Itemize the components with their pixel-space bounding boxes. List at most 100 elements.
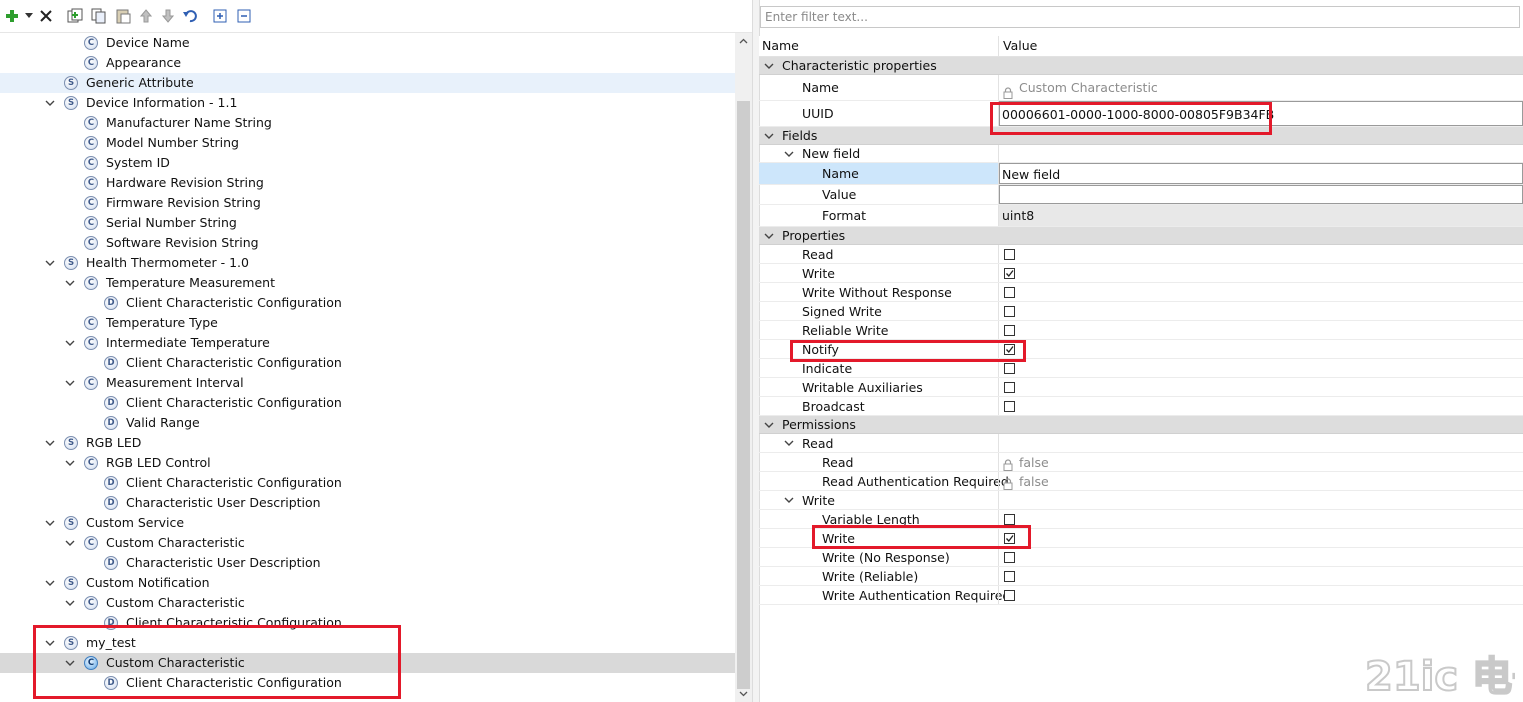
- chevron-down-icon[interactable]: [44, 573, 56, 593]
- tree-item[interactable]: C Hardware Revision String: [0, 173, 735, 193]
- tree-item[interactable]: C Custom Characteristic: [0, 653, 735, 673]
- tree-item[interactable]: C Manufacturer Name String: [0, 113, 735, 133]
- tree-item[interactable]: D Client Characteristic Configuration: [0, 613, 735, 633]
- chevron-down-icon[interactable]: [64, 533, 76, 553]
- property-value-cell[interactable]: false: [998, 472, 1523, 490]
- property-value-cell[interactable]: [998, 145, 1523, 162]
- delete-icon[interactable]: [38, 6, 54, 26]
- property-value-cell[interactable]: [998, 586, 1523, 604]
- tree-item[interactable]: S Health Thermometer - 1.0: [0, 253, 735, 273]
- chevron-down-icon[interactable]: [783, 491, 795, 510]
- chevron-down-icon[interactable]: [44, 633, 56, 653]
- property-value-cell[interactable]: [998, 397, 1523, 415]
- tree-item[interactable]: D Valid Range: [0, 413, 735, 433]
- property-row[interactable]: Reliable Write: [759, 321, 1523, 340]
- property-row[interactable]: Format uint8: [759, 205, 1523, 227]
- property-value-cell[interactable]: [998, 548, 1523, 566]
- property-row[interactable]: Read: [759, 245, 1523, 264]
- property-row[interactable]: Name New field: [759, 163, 1523, 185]
- property-row[interactable]: UUID 00006601-0000-1000-8000-00805F9B34FB: [759, 101, 1523, 127]
- tree-item[interactable]: C Firmware Revision String: [0, 193, 735, 213]
- expand-all-icon[interactable]: [212, 6, 228, 26]
- checkbox-unchecked[interactable]: [1004, 382, 1015, 393]
- tree-item[interactable]: D Client Characteristic Configuration: [0, 353, 735, 373]
- tree-item[interactable]: Smy_test: [0, 633, 735, 653]
- property-row[interactable]: Writable Auxiliaries: [759, 378, 1523, 397]
- name-column-header[interactable]: Name: [762, 36, 799, 56]
- chevron-down-icon[interactable]: [44, 93, 56, 113]
- property-category[interactable]: Permissions: [759, 416, 1523, 434]
- undo-icon[interactable]: [182, 6, 198, 26]
- property-value-cell[interactable]: [998, 283, 1523, 301]
- property-row[interactable]: Signed Write: [759, 302, 1523, 321]
- tree-item[interactable]: S Generic Attribute: [0, 73, 735, 93]
- tree-scrollbar[interactable]: [735, 33, 752, 702]
- checkbox-unchecked[interactable]: [1004, 401, 1015, 412]
- property-row[interactable]: Indicate: [759, 359, 1523, 378]
- scrollbar-thumb[interactable]: [737, 101, 750, 689]
- move-down-icon[interactable]: [160, 6, 176, 26]
- checkbox-unchecked[interactable]: [1004, 325, 1015, 336]
- tree-item[interactable]: C Temperature Measurement: [0, 273, 735, 293]
- property-row[interactable]: Write Authentication Required: [759, 586, 1523, 605]
- checkbox-checked[interactable]: [1004, 268, 1015, 279]
- tree-item[interactable]: D Characteristic User Description: [0, 553, 735, 573]
- chevron-down-icon[interactable]: [763, 416, 775, 434]
- property-category[interactable]: Characteristic properties: [759, 57, 1523, 75]
- tree-item[interactable]: C Appearance: [0, 53, 735, 73]
- duplicate-icon[interactable]: [66, 6, 84, 26]
- checkbox-unchecked[interactable]: [1004, 363, 1015, 374]
- property-value-cell[interactable]: [998, 529, 1523, 547]
- chevron-down-icon[interactable]: [763, 127, 775, 145]
- chevron-down-icon[interactable]: [64, 593, 76, 613]
- property-row[interactable]: Notify: [759, 340, 1523, 359]
- property-subgroup[interactable]: Read: [759, 434, 1523, 453]
- checkbox-unchecked[interactable]: [1004, 306, 1015, 317]
- checkbox-checked[interactable]: [1004, 344, 1015, 355]
- chevron-down-icon[interactable]: [44, 433, 56, 453]
- property-subgroup[interactable]: Write: [759, 491, 1523, 510]
- collapse-all-icon[interactable]: [236, 6, 252, 26]
- move-up-icon[interactable]: [138, 6, 154, 26]
- checkbox-unchecked[interactable]: [1004, 590, 1015, 601]
- tree-item[interactable]: D Client Characteristic Configuration: [0, 673, 735, 693]
- property-row[interactable]: Write: [759, 529, 1523, 548]
- chevron-down-icon[interactable]: [763, 227, 775, 245]
- property-value-cell[interactable]: [998, 302, 1523, 320]
- chevron-down-icon[interactable]: [64, 373, 76, 393]
- filter-input[interactable]: [760, 6, 1520, 28]
- tree-item[interactable]: C Temperature Type: [0, 313, 735, 333]
- property-value-cell[interactable]: Custom Characteristic: [998, 75, 1523, 100]
- property-value-cell[interactable]: 00006601-0000-1000-8000-00805F9B34FB: [998, 101, 1523, 126]
- property-value-cell[interactable]: [998, 340, 1523, 358]
- property-row[interactable]: Read false: [759, 453, 1523, 472]
- dropdown-arrow-icon[interactable]: [24, 6, 34, 26]
- tree-item[interactable]: C Intermediate Temperature: [0, 333, 735, 353]
- checkbox-checked[interactable]: [1004, 533, 1015, 544]
- property-category[interactable]: Properties: [759, 227, 1523, 245]
- property-row[interactable]: Write (No Response): [759, 548, 1523, 567]
- property-subgroup[interactable]: New field: [759, 145, 1523, 163]
- tree-item[interactable]: C Software Revision String: [0, 233, 735, 253]
- scroll-up-icon[interactable]: [739, 37, 748, 46]
- scroll-down-icon[interactable]: [739, 689, 748, 698]
- checkbox-unchecked[interactable]: [1004, 249, 1015, 260]
- tree-item[interactable]: C Measurement Interval: [0, 373, 735, 393]
- property-value-cell[interactable]: [998, 185, 1523, 204]
- property-value-cell[interactable]: false: [998, 453, 1523, 471]
- tree-item[interactable]: C Serial Number String: [0, 213, 735, 233]
- chevron-down-icon[interactable]: [44, 253, 56, 273]
- property-row[interactable]: Write: [759, 264, 1523, 283]
- property-row[interactable]: Broadcast: [759, 397, 1523, 416]
- chevron-down-icon[interactable]: [783, 434, 795, 453]
- property-value-cell[interactable]: [998, 264, 1523, 282]
- property-row[interactable]: Write Without Response: [759, 283, 1523, 302]
- property-value-cell[interactable]: New field: [998, 163, 1523, 184]
- checkbox-unchecked[interactable]: [1004, 552, 1015, 563]
- chevron-down-icon[interactable]: [44, 513, 56, 533]
- tree-item[interactable]: S RGB LED: [0, 433, 735, 453]
- paste-icon[interactable]: [114, 6, 132, 26]
- property-row[interactable]: Name Custom Characteristic: [759, 75, 1523, 101]
- property-value-cell[interactable]: [998, 378, 1523, 396]
- checkbox-unchecked[interactable]: [1004, 571, 1015, 582]
